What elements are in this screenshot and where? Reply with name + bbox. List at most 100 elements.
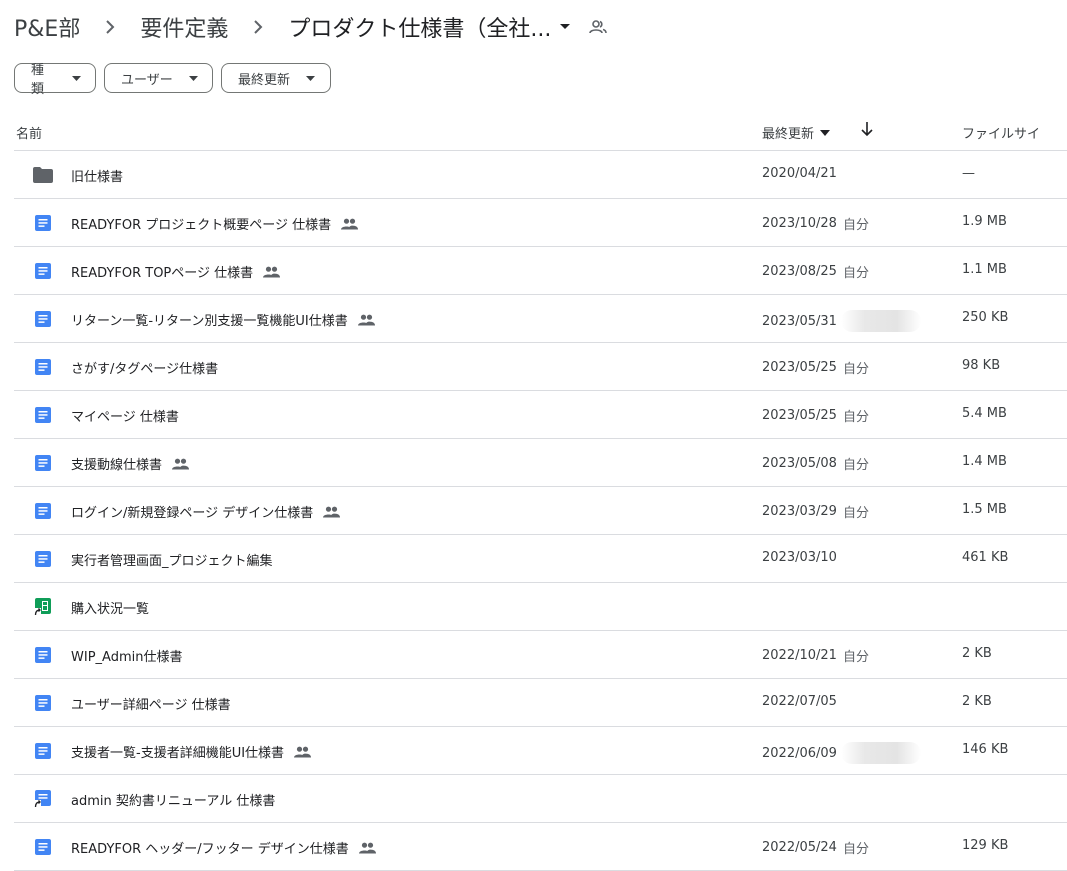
file-row[interactable]: 購入状況一覧 (14, 583, 1067, 631)
filter-modified-button[interactable]: 最終更新 (221, 63, 331, 93)
file-size: 1.1 MB (962, 262, 1007, 277)
file-row[interactable]: 支援者一覧-支援者詳細機能UI仕様書 2022/06/09 146 KB (14, 727, 1067, 775)
filter-label: 種類 (31, 63, 45, 97)
file-size: — (962, 166, 975, 181)
file-name-label: READYFOR TOPページ 仕様書 (71, 266, 254, 281)
file-name: READYFOR プロジェクト概要ページ 仕様書 (71, 214, 359, 233)
file-name-label: さがす/タグページ仕様書 (71, 362, 219, 377)
file-name: ログイン/新規登録ページ デザイン仕様書 (71, 502, 341, 521)
file-name: admin 契約書リニューアル 仕様書 (71, 790, 275, 809)
breadcrumb-current-folder[interactable]: プロダクト仕様書（全社... (288, 11, 551, 43)
filter-type-button[interactable]: 種類 (14, 63, 96, 97)
file-row[interactable]: マイページ 仕様書 2023/05/25 自分 5.4 MB (14, 391, 1067, 439)
redacted-user-blur (840, 742, 921, 764)
modified-by-label: 自分 (842, 842, 869, 857)
sheet-shortcut-icon (32, 596, 54, 618)
modified-date: 2022/06/09 (762, 742, 921, 764)
file-name-label: WIP_Admin仕様書 (71, 650, 183, 665)
file-name-label: ログイン/新規登録ページ デザイン仕様書 (71, 506, 314, 521)
file-name-label: マイページ 仕様書 (71, 410, 179, 425)
file-row[interactable]: READYFOR プロジェクト概要ページ 仕様書 2023/10/28 自分 1.9 … (14, 199, 1067, 247)
shared-people-icon (341, 218, 359, 230)
shared-people-icon (263, 266, 281, 278)
breadcrumb-item-pe[interactable]: P&E部 (14, 11, 80, 43)
doc-icon (32, 740, 54, 762)
file-row[interactable]: さがす/タグページ仕様書 2023/05/25 自分 98 KB (14, 343, 1067, 391)
arrow-down-icon[interactable] (860, 121, 874, 137)
file-name-label: リターン一覧-リターン別支援一覧機能UI仕様書 (71, 314, 348, 329)
modified-by-label: 自分 (842, 362, 869, 377)
modified-by-label: 自分 (842, 458, 869, 473)
file-row[interactable]: 実行者管理画面_プロジェクト編集 2023/03/10 461 KB (14, 535, 1067, 583)
modified-by-label: 自分 (842, 506, 869, 521)
file-row[interactable]: 旧仕様書 2020/04/21 — (14, 151, 1067, 199)
column-name-header[interactable]: 名前 (16, 123, 42, 142)
doc-icon (32, 692, 54, 714)
file-size: 146 KB (962, 742, 1009, 757)
modified-date: 2023/05/08 自分 (762, 454, 869, 473)
shared-people-icon (357, 314, 375, 326)
doc-icon (32, 260, 54, 282)
modified-date-label: 2023/05/31 (762, 313, 837, 329)
caret-down-icon (72, 75, 81, 81)
file-size: 250 KB (962, 310, 1009, 325)
file-size: 98 KB (962, 358, 1001, 373)
modified-date: 2022/10/21 自分 (762, 646, 869, 665)
file-name-label: READYFOR プロジェクト概要ページ 仕様書 (71, 218, 332, 233)
file-name-label: 購入状況一覧 (71, 602, 150, 617)
modified-date-label: 2023/05/25 (762, 360, 837, 375)
filter-user-button[interactable]: ユーザー (104, 63, 213, 93)
doc-icon (32, 836, 54, 858)
column-size-header[interactable]: ファイルサイ (962, 123, 1040, 142)
modified-by-label: 自分 (842, 650, 869, 665)
file-name-label: 支援者一覧-支援者詳細機能UI仕様書 (71, 746, 285, 761)
doc-icon (32, 452, 54, 474)
modified-date-label: 2020/04/21 (762, 166, 837, 181)
file-row[interactable]: ログイン/新規登録ページ デザイン仕様書 2023/03/29 自分 1.5 MB (14, 487, 1067, 535)
file-name: ユーザー詳細ページ 仕様書 (71, 694, 231, 713)
caret-down-icon (188, 75, 198, 81)
shared-people-icon (323, 506, 341, 518)
file-name: マイページ 仕様書 (71, 406, 179, 425)
modified-date: 2023/03/29 自分 (762, 502, 869, 521)
modified-date: 2022/07/05 (762, 694, 837, 709)
file-row[interactable]: READYFOR ヘッダー/フッター デザイン仕様書 2022/05/24 自分 12… (14, 823, 1067, 871)
modified-date-label: 2023/05/08 (762, 456, 837, 471)
modified-date: 2023/05/25 自分 (762, 406, 869, 425)
column-header: 名前 最終更新 ファイルサイ (14, 112, 1067, 151)
file-name: WIP_Admin仕様書 (71, 646, 182, 665)
file-row[interactable]: WIP_Admin仕様書 2022/10/21 自分 2 KB (14, 631, 1067, 679)
breadcrumb-item-requirements[interactable]: 要件定義 (140, 11, 228, 43)
modified-date: 2023/08/25 自分 (762, 262, 869, 281)
file-name: 実行者管理画面_プロジェクト編集 (71, 550, 273, 569)
file-row[interactable]: admin 契約書リニューアル 仕様書 (14, 775, 1067, 823)
modified-date-label: 2022/10/21 (762, 648, 837, 663)
file-row[interactable]: ユーザー詳細ページ 仕様書 2022/07/05 2 KB (14, 679, 1067, 727)
doc-icon (32, 644, 54, 666)
file-name: リターン一覧-リターン別支援一覧機能UI仕様書 (71, 310, 375, 329)
modified-date: 2023/05/25 自分 (762, 358, 869, 377)
file-name-label: 旧仕様書 (71, 170, 124, 185)
modified-date-label: 2023/05/25 (762, 408, 837, 423)
modified-date-label: 2023/08/25 (762, 264, 837, 279)
caret-down-icon[interactable] (559, 23, 571, 31)
doc-shortcut-icon (32, 788, 54, 810)
redacted-user-blur (840, 310, 921, 332)
modified-date: 2023/10/28 自分 (762, 214, 869, 233)
file-name: READYFOR ヘッダー/フッター デザイン仕様書 (71, 838, 376, 857)
file-size: 461 KB (962, 550, 1009, 565)
modified-date-label: 2023/03/10 (762, 550, 837, 565)
file-row[interactable]: リターン一覧-リターン別支援一覧機能UI仕様書 2023/05/31 250 KB (14, 295, 1067, 343)
modified-date: 2023/05/31 (762, 310, 921, 332)
filter-label: 最終更新 (238, 72, 291, 88)
doc-icon (32, 500, 54, 522)
file-size: 5.4 MB (962, 406, 1007, 421)
breadcrumb: P&E部 要件定義 プロダクト仕様書（全社... (14, 8, 608, 46)
column-modified-header[interactable]: 最終更新 (762, 123, 831, 142)
file-row[interactable]: READYFOR TOPページ 仕様書 2023/08/25 自分 1.1 MB (14, 247, 1067, 295)
shared-people-icon (358, 842, 376, 854)
modified-date-label: 2022/07/05 (762, 694, 837, 709)
column-modified-label: 最終更新 (762, 127, 815, 142)
doc-icon (32, 356, 54, 378)
file-row[interactable]: 支援動線仕様書 2023/05/08 自分 1.4 MB (14, 439, 1067, 487)
